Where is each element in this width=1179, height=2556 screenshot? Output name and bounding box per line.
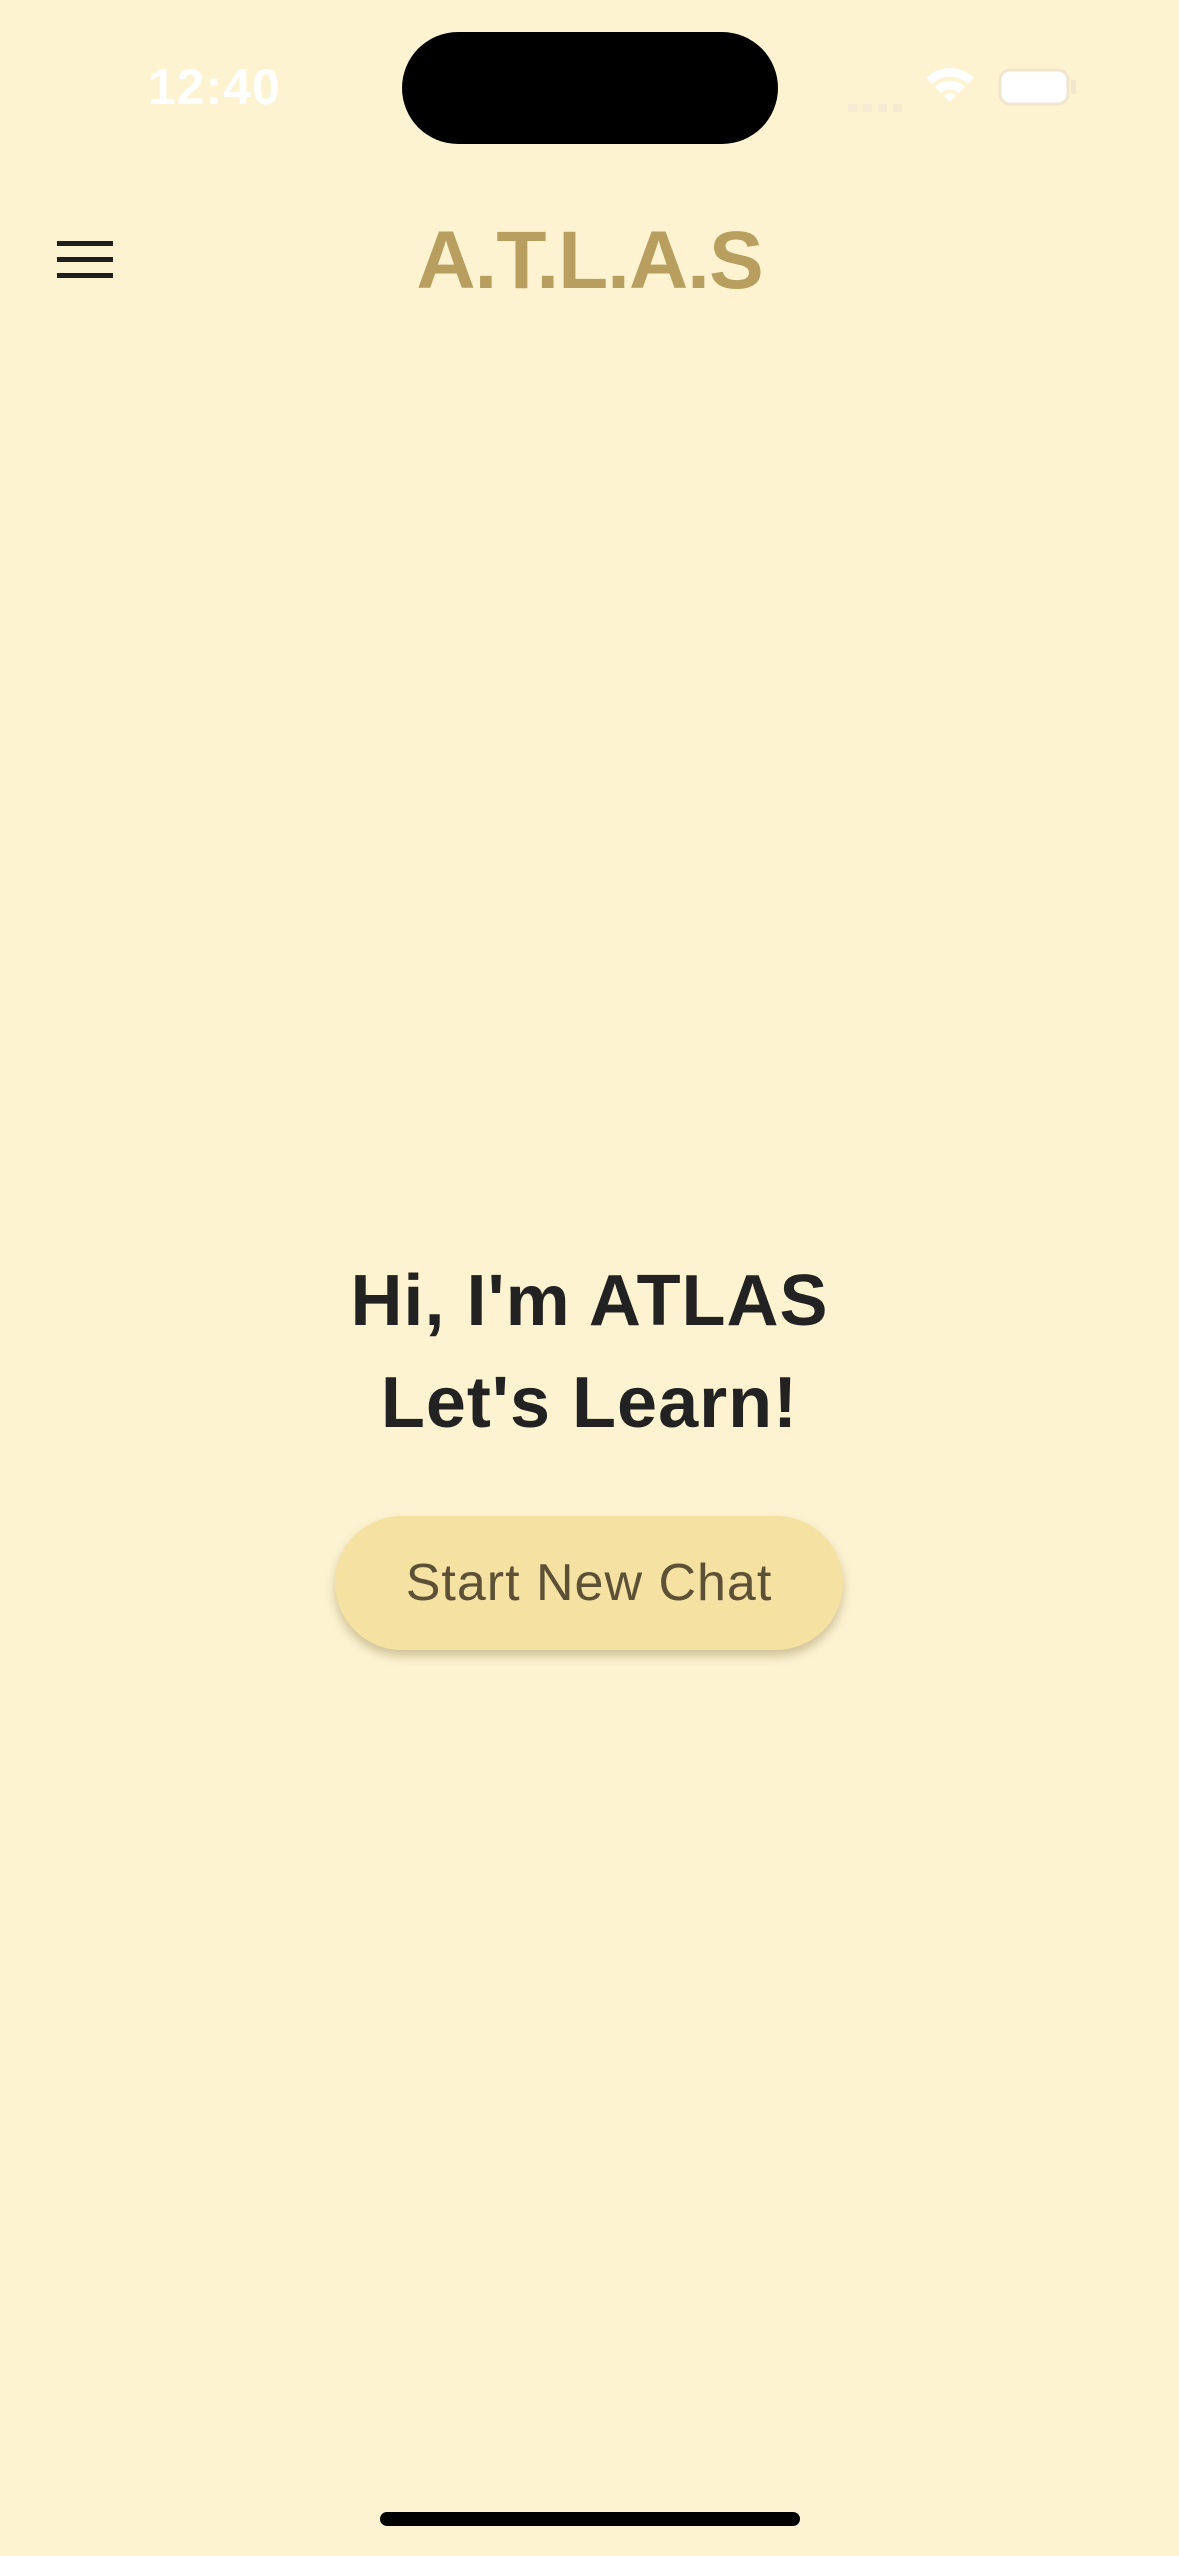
greeting-line-2: Let's Learn! — [380, 1363, 799, 1443]
home-indicator[interactable] — [380, 2512, 800, 2526]
dynamic-island — [402, 32, 778, 144]
cellular-signal-icon — [848, 104, 902, 112]
greeting-line-1: Hi, I'm ATLAS — [350, 1261, 829, 1341]
app-header: A.T.L.A.S — [0, 190, 1179, 330]
app-title: A.T.L.A.S — [416, 215, 763, 306]
wifi-icon — [926, 68, 974, 102]
welcome-message: Hi, I'm ATLAS Let's Learn! — [0, 1250, 1179, 1454]
start-new-chat-button[interactable]: Start New Chat — [335, 1516, 843, 1650]
status-time: 12:40 — [148, 59, 281, 115]
battery-icon — [998, 68, 1076, 106]
status-bar: 12:40 — [0, 0, 1179, 170]
